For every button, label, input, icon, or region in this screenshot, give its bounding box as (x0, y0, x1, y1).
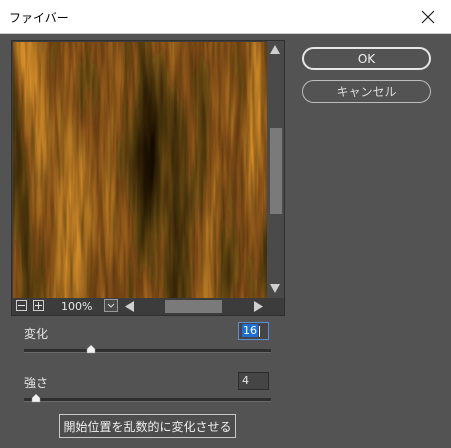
zoom-dropdown[interactable] (104, 299, 118, 312)
zoom-level: 100% (61, 300, 93, 313)
preview-image[interactable] (13, 42, 269, 299)
randomize-button[interactable]: 開始位置を乱数的に変化させる (59, 414, 236, 438)
scroll-down-icon[interactable] (269, 283, 281, 294)
zoom-out-button[interactable] (16, 300, 27, 311)
variance-label: 変化 (24, 327, 49, 341)
variance-slider[interactable] (24, 349, 271, 353)
ok-button[interactable]: OK (302, 47, 431, 70)
preview-toolbar (12, 298, 284, 315)
horizontal-scroll-thumb[interactable] (165, 300, 222, 313)
close-icon (421, 10, 435, 23)
fiber-dialog: ファイバー 100% OK キャンセル 変化 16 強さ 4 開始位置を乱数的に… (0, 0, 451, 448)
chevron-down-icon (107, 303, 115, 308)
minus-icon (18, 305, 25, 306)
strength-slider[interactable] (24, 398, 271, 402)
title-bar[interactable]: ファイバー (0, 0, 451, 34)
vertical-scroll-thumb[interactable] (270, 128, 282, 214)
strength-slider-thumb[interactable] (31, 394, 41, 403)
variance-input[interactable]: 16 (238, 322, 269, 340)
scroll-left-icon[interactable] (124, 300, 135, 313)
scroll-right-icon[interactable] (253, 300, 264, 313)
dialog-title: ファイバー (9, 11, 69, 25)
strength-input[interactable]: 4 (238, 372, 269, 390)
strength-label: 強さ (24, 376, 49, 390)
plus-icon (35, 302, 42, 309)
text-caret (259, 325, 260, 337)
scroll-up-icon[interactable] (269, 44, 281, 55)
cancel-button[interactable]: キャンセル (302, 80, 431, 103)
strength-value: 4 (242, 374, 249, 387)
close-button[interactable] (405, 0, 451, 33)
variance-slider-thumb[interactable] (86, 345, 96, 354)
zoom-in-button[interactable] (33, 300, 44, 311)
variance-value: 16 (242, 324, 258, 337)
preview-frame (11, 40, 285, 316)
